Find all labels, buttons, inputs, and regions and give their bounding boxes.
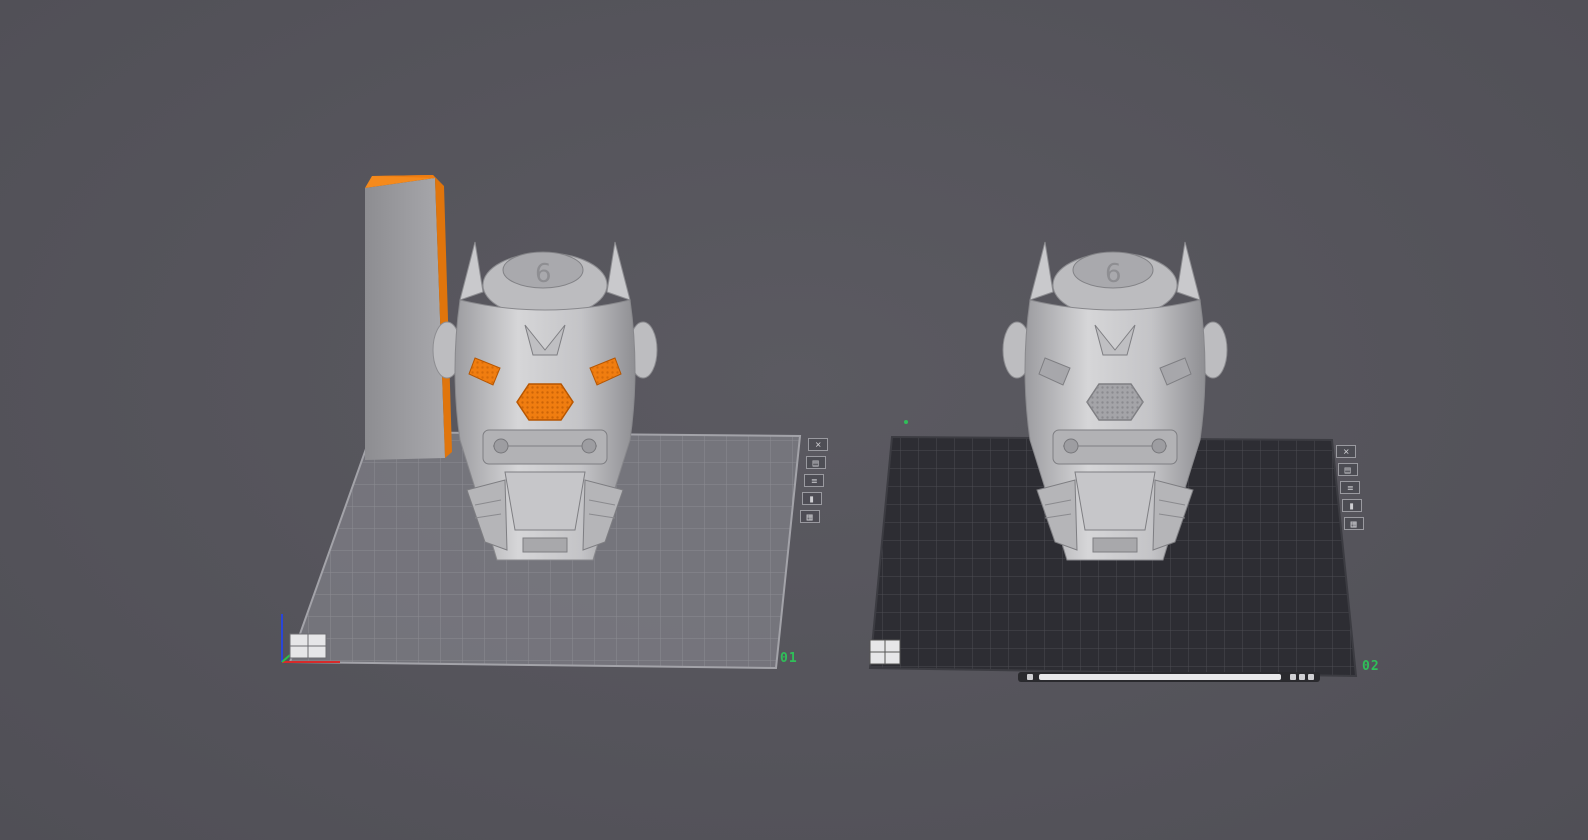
- plate-label-02: 02: [1362, 659, 1380, 674]
- plate-origin-marker: [904, 420, 908, 424]
- strip-field: [1039, 674, 1281, 680]
- svg-text:6: 6: [1105, 259, 1122, 289]
- strip-start-marker: [1027, 674, 1033, 680]
- plate-02-arrange-button[interactable]: ▤: [1338, 463, 1358, 476]
- layers-icon: ≡: [810, 477, 818, 486]
- plate-02-settings-button[interactable]: ▦: [1344, 517, 1364, 530]
- plate-01-settings-button[interactable]: ▦: [800, 510, 820, 523]
- plate-label-01: 01: [780, 651, 798, 666]
- plate-02-lock-button[interactable]: ▮: [1342, 499, 1362, 512]
- arrange-icon: ▤: [1344, 466, 1352, 475]
- lock-icon: ▮: [809, 495, 815, 504]
- settings-icon: ▦: [806, 513, 814, 522]
- plate-02-bottom-strip: [1018, 672, 1320, 682]
- settings-icon: ▦: [1350, 520, 1358, 529]
- strip-icon-2: [1299, 674, 1305, 680]
- strip-icon-3: [1308, 674, 1314, 680]
- wipe-tower[interactable]: [365, 175, 452, 460]
- scene-canvas[interactable]: 6 6: [0, 0, 1588, 840]
- strip-icon-1: [1290, 674, 1296, 680]
- plate-02-layers-button[interactable]: ≡: [1340, 481, 1360, 494]
- svg-text:6: 6: [535, 259, 552, 289]
- plate-02-close-button[interactable]: ✕: [1336, 445, 1356, 458]
- plate-01-lock-button[interactable]: ▮: [802, 492, 822, 505]
- layers-icon: ≡: [1346, 484, 1354, 493]
- plate-01-close-button[interactable]: ✕: [808, 438, 828, 451]
- close-icon: ✕: [1342, 448, 1350, 457]
- plate-01-layers-button[interactable]: ≡: [804, 474, 824, 487]
- 3d-viewport[interactable]: 6 6 01 02 ✕ ▤ ≡ ▮ ▦ ✕ ▤ ≡ ▮ ▦: [0, 0, 1588, 840]
- arrange-icon: ▤: [812, 459, 820, 468]
- lock-icon: ▮: [1349, 502, 1355, 511]
- close-icon: ✕: [814, 441, 822, 450]
- plate-01-arrange-button[interactable]: ▤: [806, 456, 826, 469]
